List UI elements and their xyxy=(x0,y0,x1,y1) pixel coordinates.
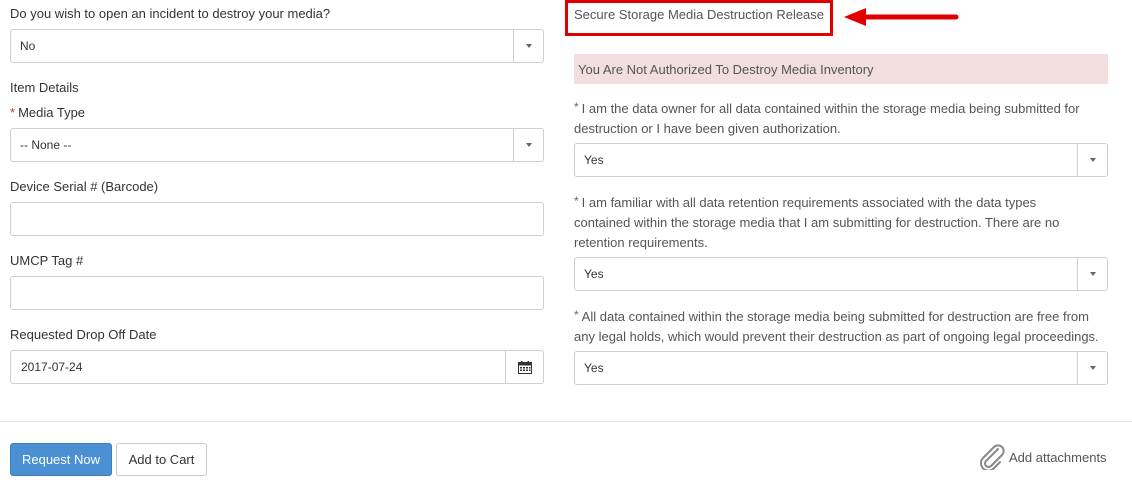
arrow-annotation xyxy=(844,8,959,26)
date-input[interactable]: 2017-07-24 xyxy=(10,350,505,384)
tag-input[interactable] xyxy=(10,276,544,310)
section-title: Secure Storage Media Destruction Release xyxy=(574,7,825,22)
calendar-button[interactable] xyxy=(505,350,544,384)
chevron-down-icon xyxy=(1077,258,1107,290)
footer-divider xyxy=(0,421,1132,422)
retention-select-value: Yes xyxy=(584,267,604,281)
question-data-owner: * I am the data owner for all data contai… xyxy=(574,100,1080,136)
date-label: Requested Drop Off Date xyxy=(10,327,157,342)
chevron-down-icon xyxy=(1077,352,1107,384)
data-owner-select-value: Yes xyxy=(584,153,604,167)
media-type-label: * Media Type xyxy=(10,105,86,120)
add-attachments-label: Add attachments xyxy=(1009,449,1107,465)
paperclip-icon xyxy=(980,444,1005,470)
incident-question: Do you wish to open an incident to destr… xyxy=(10,6,331,21)
data-owner-select[interactable]: Yes xyxy=(574,143,1108,177)
incident-select[interactable]: No xyxy=(10,29,544,63)
legal-holds-select-value: Yes xyxy=(584,361,604,375)
chevron-down-icon xyxy=(513,30,543,62)
required-marker: * xyxy=(10,105,16,120)
serial-label: Device Serial # (Barcode) xyxy=(10,179,159,194)
incident-select-value: No xyxy=(20,39,36,53)
chevron-down-icon xyxy=(1077,144,1107,176)
add-attachments-link[interactable]: Add attachments xyxy=(978,444,1107,470)
question-retention: * I am familiar with all data retention r… xyxy=(574,194,1060,250)
authorization-alert: You Are Not Authorized To Destroy Media … xyxy=(574,54,1108,84)
request-now-button[interactable]: Request Now xyxy=(10,443,112,476)
media-type-select[interactable]: -- None -- xyxy=(10,128,544,162)
question-legal-holds: * All data contained within the storage m… xyxy=(574,308,1099,344)
media-type-select-value: -- None -- xyxy=(20,138,72,152)
tag-label: UMCP Tag # xyxy=(10,253,84,268)
serial-input[interactable] xyxy=(10,202,544,236)
legal-holds-select[interactable]: Yes xyxy=(574,351,1108,385)
retention-select[interactable]: Yes xyxy=(574,257,1108,291)
item-details-heading: Item Details xyxy=(10,80,79,95)
date-picker: 2017-07-24 xyxy=(10,350,544,384)
add-to-cart-button[interactable]: Add to Cart xyxy=(116,443,207,476)
chevron-down-icon xyxy=(513,129,543,161)
calendar-icon xyxy=(517,360,532,374)
